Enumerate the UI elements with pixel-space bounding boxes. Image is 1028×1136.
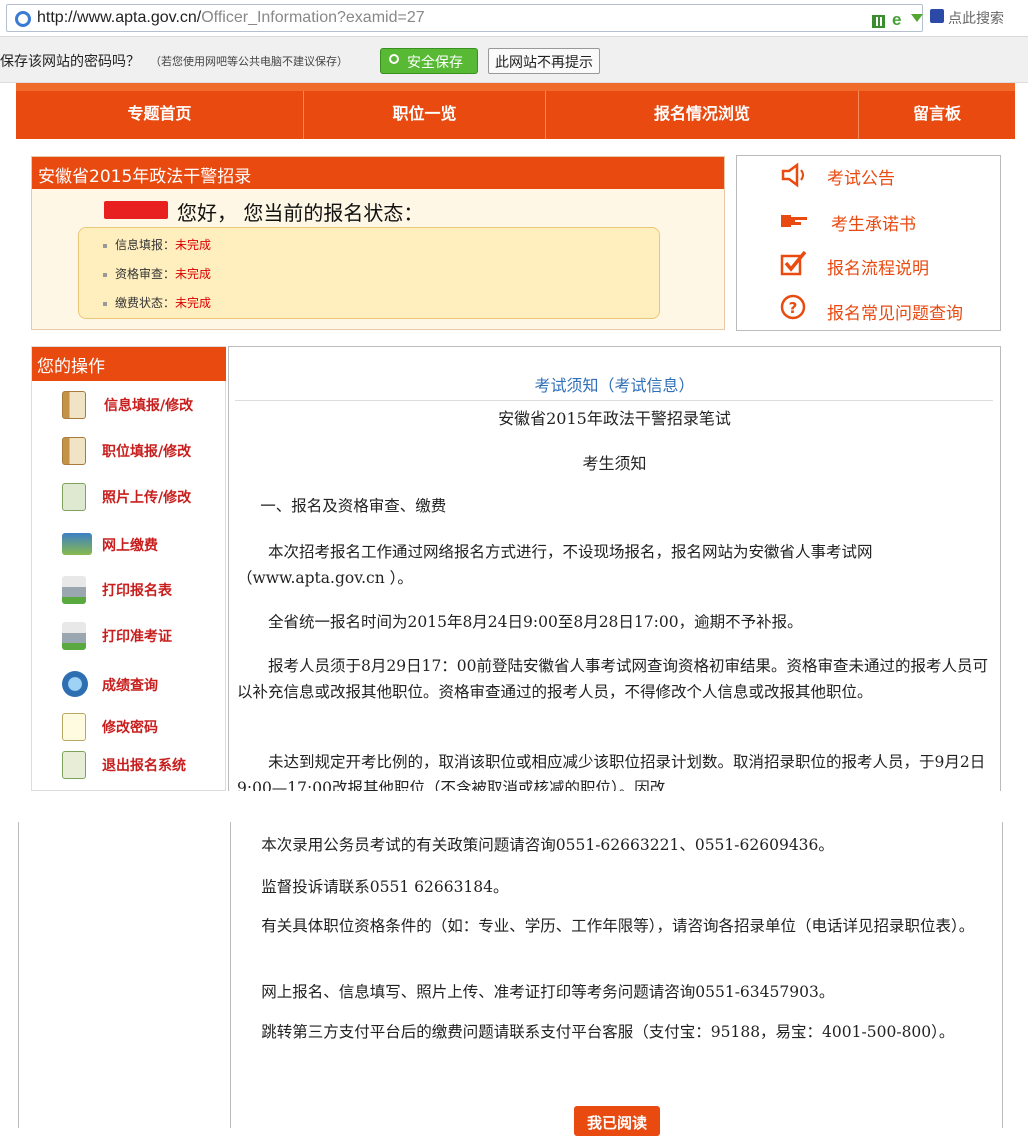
- question-icon: ?: [780, 294, 806, 320]
- op-label: 打印准考证: [102, 629, 172, 645]
- op-label: 退出报名系统: [102, 758, 186, 774]
- status-label: 资格审查: [115, 267, 164, 281]
- paragraph: 跳转第三方支付平台后的缴费问题请联系支付平台客服（支付宝：95188，易宝：40…: [261, 1023, 955, 1041]
- paragraph: 未达到规定开考比例的，取消该职位或相应减少该职位招录计划数。取消招录职位的报考人…: [237, 753, 986, 791]
- never-prompt-button[interactable]: 此网站不再提示: [488, 48, 600, 74]
- book-icon: [62, 437, 86, 465]
- pointing-hand-icon: [781, 215, 807, 227]
- notice-title: 考生须知: [582, 454, 647, 473]
- qr-icon[interactable]: [872, 15, 885, 28]
- megaphone-icon: [781, 162, 804, 188]
- lower-content: [18, 822, 1003, 1128]
- book-icon: [62, 391, 86, 419]
- svg-text:?: ?: [789, 299, 798, 317]
- paragraph: 监督投诉请联系0551 62663184。: [261, 878, 509, 896]
- key-icon: [389, 54, 399, 64]
- password-question: 保存该网站的密码吗？: [0, 54, 140, 70]
- photo-upload-icon: [62, 483, 86, 511]
- status-label: 缴费状态: [115, 296, 164, 310]
- op-change-password[interactable]: 修改密码: [32, 709, 226, 745]
- divider: [230, 822, 231, 1128]
- nav-message-board[interactable]: 留言板: [859, 91, 1015, 139]
- checkbox-icon: [780, 250, 807, 276]
- status-value: 未完成: [175, 238, 212, 252]
- paragraph: 全省统一报名时间为2015年8月24日9:00至8月28日17:00，逾期不予补…: [268, 613, 803, 631]
- password-save-bar: 保存该网站的密码吗？ （若您使用网吧等公共电脑不建议保存） 安全保存 此网站不再…: [0, 37, 1028, 83]
- status-row: 资格审查：未完成: [103, 265, 211, 282]
- dropdown-icon[interactable]: [911, 14, 923, 22]
- nav-home[interactable]: 专题首页: [16, 91, 304, 139]
- status-value: 未完成: [175, 296, 212, 310]
- operations-sidebar: 您的操作 信息填报/修改 职位填报/修改 照片上传/修改 网上缴费 打印报名表 …: [31, 346, 226, 791]
- op-label: 职位填报/修改: [102, 444, 192, 460]
- paragraph: 有关具体职位资格条件的（如：专业、学历、工作年限等），请咨询各招录单位（电话详见…: [261, 917, 975, 935]
- printer-icon: [62, 622, 86, 650]
- nav-positions[interactable]: 职位一览: [304, 91, 546, 139]
- op-print-form[interactable]: 打印报名表: [32, 572, 226, 608]
- exam-notice-content: 考试须知（考试信息） 安徽省2015年政法干警招录笔试 考生须知 一、报名及资格…: [228, 346, 1001, 791]
- link-candidate-pledge[interactable]: 考生承诺书: [831, 210, 916, 235]
- nav-registration-browse[interactable]: 报名情况浏览: [546, 91, 859, 139]
- link-process-description[interactable]: 报名流程说明: [827, 254, 929, 279]
- link-faq[interactable]: 报名常见问题查询: [827, 299, 963, 324]
- browser-address-bar: http://www.apta.gov.cn/Officer_Informati…: [0, 0, 1028, 37]
- op-label: 打印报名表: [102, 583, 172, 599]
- op-label: 修改密码: [102, 720, 158, 736]
- url-domain: http://www.apta.gov.cn/: [37, 9, 202, 26]
- op-label: 成绩查询: [102, 678, 158, 694]
- baidu-icon[interactable]: [930, 9, 944, 23]
- content-heading: 考试须知（考试信息）: [534, 376, 695, 395]
- status-row: 信息填报：未完成: [103, 236, 211, 253]
- registration-status-panel: 安徽省2015年政法干警招录 您好， 您当前的报名状态： 信息填报：未完成 资格…: [31, 156, 725, 330]
- paragraph: 网上报名、信息填写、照片上传、准考证打印等考务问题请咨询0551-6345790…: [261, 983, 835, 1001]
- status-row: 缴费状态：未完成: [103, 294, 211, 311]
- have-read-button[interactable]: 我已阅读: [574, 1106, 660, 1136]
- op-photo-upload[interactable]: 照片上传/修改: [32, 479, 226, 515]
- url-path: Officer_Information?examid=27: [201, 9, 425, 26]
- op-print-admission[interactable]: 打印准考证: [32, 618, 226, 654]
- card-payment-icon: [62, 533, 92, 555]
- paragraph: 本次录用公务员考试的有关政策问题请咨询0551-62663221、0551-62…: [261, 836, 834, 854]
- url-text[interactable]: http://www.apta.gov.cn/Officer_Informati…: [37, 9, 425, 27]
- main-nav: 专题首页 职位一览 报名情况浏览 留言板: [16, 83, 1015, 139]
- edit-note-icon: [62, 713, 86, 741]
- op-label: 信息填报/修改: [104, 398, 194, 414]
- op-score-query[interactable]: 成绩查询: [32, 667, 226, 703]
- status-value: 未完成: [175, 267, 212, 281]
- op-position-fill[interactable]: 职位填报/修改: [32, 433, 226, 469]
- ops-title: 您的操作: [32, 347, 226, 381]
- op-info-fill[interactable]: 信息填报/修改: [32, 387, 226, 423]
- op-label: 网上缴费: [102, 538, 158, 554]
- quick-links-panel: 考试公告 考生承诺书 报名流程说明 ? 报名常见问题查询: [736, 155, 1001, 331]
- exit-icon: [62, 751, 86, 779]
- divider: [1002, 822, 1003, 1128]
- printer-icon: [62, 576, 86, 604]
- link-exam-announcement[interactable]: 考试公告: [827, 164, 895, 189]
- op-logout[interactable]: 退出报名系统: [32, 747, 226, 783]
- url-input[interactable]: http://www.apta.gov.cn/Officer_Informati…: [6, 4, 923, 32]
- safe-save-label: 安全保存: [407, 55, 463, 71]
- screenshot-gap: [0, 791, 1028, 822]
- status-greeting: 您好， 您当前的报名状态：: [177, 201, 424, 225]
- paragraph: 本次招考报名工作通过网络报名方式进行，不设现场报名，报名网站为安徽省人事考试网（…: [237, 543, 873, 587]
- op-label: 照片上传/修改: [102, 490, 192, 506]
- content-subtitle: 安徽省2015年政法干警招录笔试: [498, 409, 731, 428]
- e-icon[interactable]: e: [892, 10, 901, 30]
- section-heading: 一、报名及资格审查、缴费: [260, 497, 447, 515]
- safe-save-button[interactable]: 安全保存: [380, 48, 478, 74]
- status-title: 安徽省2015年政法干警招录: [32, 157, 724, 189]
- divider: [235, 400, 993, 401]
- globe-icon: [15, 11, 31, 27]
- password-note: （若您使用网吧等公共电脑不建议保存）: [150, 55, 348, 68]
- status-box: 信息填报：未完成 资格审查：未完成 缴费状态：未完成: [78, 227, 660, 319]
- op-online-payment[interactable]: 网上缴费: [32, 527, 226, 563]
- search-input[interactable]: 点此搜索: [948, 8, 1004, 28]
- magnifier-icon: [62, 671, 88, 697]
- divider: [18, 822, 19, 1128]
- paragraph: 报考人员须于8月29日17：00前登陆安徽省人事考试网查询资格初审结果。资格审查…: [237, 657, 989, 701]
- redacted-name: [104, 201, 168, 219]
- status-label: 信息填报: [115, 238, 164, 252]
